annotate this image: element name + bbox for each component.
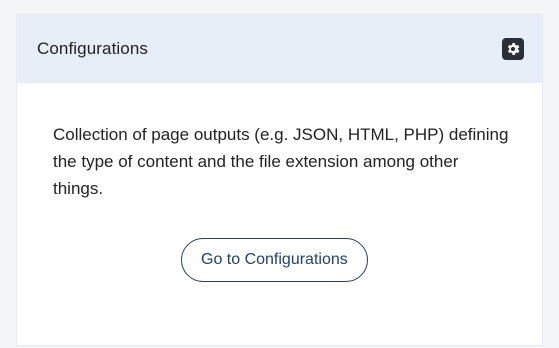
panel-description: Collection of page outputs (e.g. JSON, H… xyxy=(53,125,509,198)
panel-header: Configurations xyxy=(17,15,542,83)
panel-body: Collection of page outputs (e.g. JSON, H… xyxy=(17,83,542,282)
settings-button[interactable] xyxy=(502,38,524,60)
go-to-configurations-button[interactable]: Go to Configurations xyxy=(181,238,368,282)
gear-icon xyxy=(505,41,521,57)
panel-title: Configurations xyxy=(37,39,149,58)
configurations-panel: Configurations Collection of page output… xyxy=(16,14,543,346)
